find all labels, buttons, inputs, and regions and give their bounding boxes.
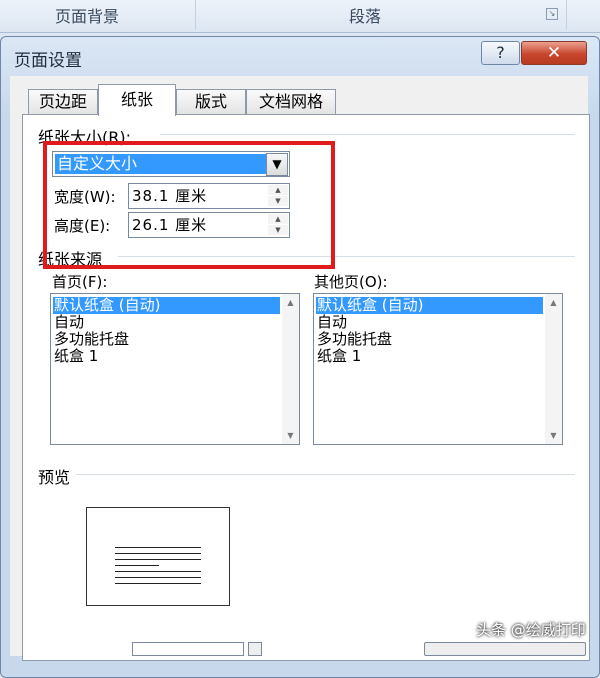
chevron-down-icon[interactable] (248, 642, 262, 656)
page-preview (86, 507, 230, 606)
list-item[interactable]: 多功能托盘 (53, 331, 129, 348)
list-item[interactable]: 自动 (53, 314, 84, 331)
preview-text-line (115, 577, 201, 578)
list-scrollbar[interactable]: ▲ ▼ (545, 294, 562, 444)
group-divider (160, 134, 575, 135)
list-item[interactable]: 自动 (316, 314, 347, 331)
tab-margins[interactable]: 页边距 (28, 89, 98, 114)
preview-text-line (115, 547, 201, 548)
other-pages-tray-list[interactable]: 默认纸盒 (自动) 自动 多功能托盘 纸盒 1 ▲ ▼ (313, 293, 563, 445)
preview-text-line (115, 553, 201, 554)
first-page-label: 首页(F): (52, 273, 108, 291)
arrow-up-icon[interactable]: ▲ (282, 294, 299, 311)
preview-text-line (115, 565, 159, 566)
ribbon-separator (566, 0, 567, 30)
list-item[interactable]: 多功能托盘 (316, 331, 392, 348)
watermark-text: 头条 @绘威打印 (476, 621, 586, 639)
preview-label: 预览 (38, 468, 71, 487)
highlight-annotation-box (43, 141, 335, 269)
group-divider (76, 474, 575, 475)
preview-text-line (115, 559, 201, 560)
preview-text-line (115, 571, 201, 572)
tab-document-grid[interactable]: 文档网格 (246, 89, 336, 114)
ribbon-group-paragraph[interactable]: 段落 (349, 3, 381, 27)
apply-to-select[interactable] (132, 642, 244, 656)
help-button[interactable]: ? (481, 41, 520, 65)
tab-layout[interactable]: 版式 (176, 89, 246, 114)
preview-text-line (115, 583, 201, 584)
first-page-tray-list[interactable]: 默认纸盒 (自动) 自动 多功能托盘 纸盒 1 ▲ ▼ (50, 293, 300, 445)
dialog-launcher-icon[interactable]: ↘ (546, 8, 558, 20)
ribbon-group-page-background[interactable]: 页面背景 (55, 3, 119, 27)
list-item[interactable]: 默认纸盒 (自动) (53, 297, 280, 314)
list-item[interactable]: 纸盒 1 (316, 348, 361, 365)
dialog-title: 页面设置 (14, 51, 82, 71)
list-item[interactable]: 默认纸盒 (自动) (316, 297, 543, 314)
tab-paper[interactable]: 纸张 (98, 84, 176, 116)
arrow-down-icon[interactable]: ▼ (545, 427, 562, 444)
close-button[interactable]: ✕ (521, 41, 587, 65)
print-options-button[interactable] (424, 642, 586, 656)
other-pages-label: 其他页(O): (314, 273, 388, 291)
list-item[interactable]: 纸盒 1 (53, 348, 98, 365)
list-scrollbar[interactable]: ▲ ▼ (282, 294, 299, 444)
ribbon-strip: 页面背景 段落 ↘ (0, 0, 600, 33)
ribbon-separator (195, 0, 196, 30)
arrow-up-icon[interactable]: ▲ (545, 294, 562, 311)
arrow-down-icon[interactable]: ▼ (282, 427, 299, 444)
